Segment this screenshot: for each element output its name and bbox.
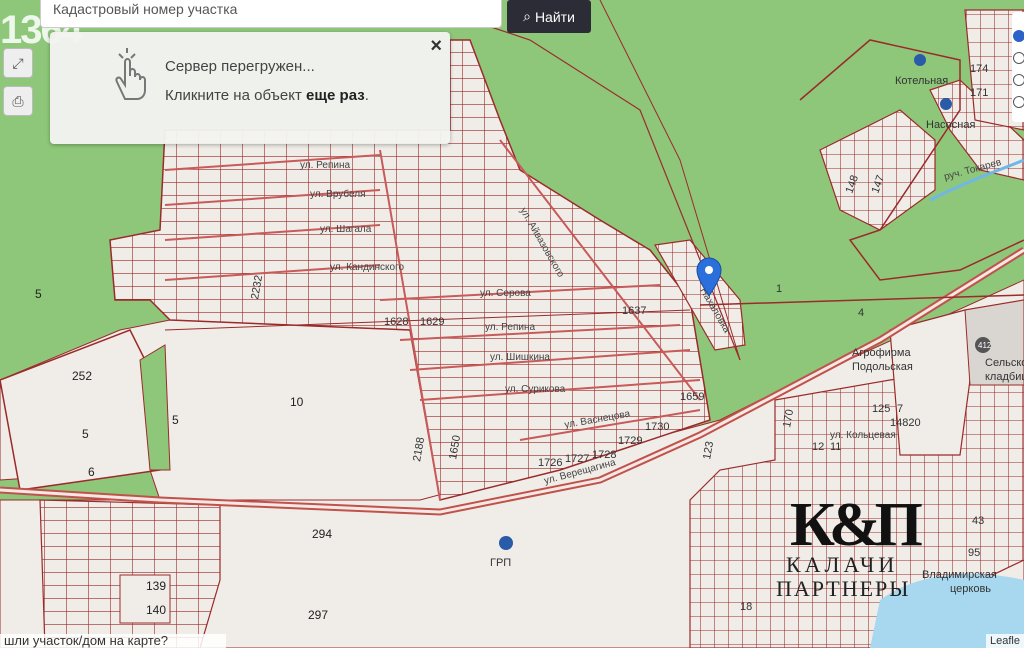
expand-icon: ⤢ <box>12 54 24 71</box>
street-label: ул. Кандинского <box>330 262 405 273</box>
label-4: 4 <box>858 307 864 319</box>
layer-radio[interactable] <box>1013 74 1024 86</box>
label-252: 252 <box>72 369 92 383</box>
label-1659: 1659 <box>680 391 704 403</box>
label-1: 1 <box>776 283 782 295</box>
watermark-logo: К&П КАЛАЧИ ПАРТНЕРЫ <box>776 490 926 630</box>
boiler-house-icon <box>914 54 926 66</box>
label-12: 12 <box>812 441 824 453</box>
logo-mark: К&П <box>790 491 923 559</box>
popup-line2-suffix: . <box>364 87 369 104</box>
logo-line2: ПАРТНЕРЫ <box>776 576 911 601</box>
search-button-label: Найти <box>534 8 575 25</box>
layer-switcher[interactable] <box>1012 12 1024 122</box>
poi-nasosnaya: Насосная <box>926 119 975 131</box>
label-1727: 1727 <box>565 453 589 465</box>
search-button[interactable]: ⌕ Найти <box>507 0 591 33</box>
label-43: 43 <box>972 515 984 527</box>
pump-station-icon <box>940 98 952 110</box>
label-294: 294 <box>312 527 332 541</box>
layer-radio[interactable] <box>1013 52 1024 64</box>
label-6: 6 <box>88 465 95 479</box>
popup-line2-bold: еще раз <box>306 87 365 104</box>
street-label: ул. Врубеля <box>310 188 366 200</box>
street-label: ул. Репина <box>485 322 535 333</box>
popup-message-line2: Кликните на объект еще раз. <box>165 87 369 104</box>
label-1726: 1726 <box>538 457 562 469</box>
label-10: 10 <box>290 395 304 409</box>
poi-vlad: Владимирская <box>922 569 997 581</box>
leaflet-attribution[interactable]: Leafle <box>986 634 1024 648</box>
label-412: 412 <box>978 341 992 350</box>
label-297: 297 <box>308 608 328 622</box>
search-input[interactable]: Кадастровый номер участка <box>40 0 502 28</box>
label-5a: 5 <box>35 287 42 301</box>
street-label: ул. Шишкина <box>490 352 550 363</box>
label-125: 125 <box>872 403 890 415</box>
printer-icon: ⎙ <box>12 92 24 109</box>
poi-agro1: Агрофирма <box>852 347 911 359</box>
label-1730: 1730 <box>645 421 669 433</box>
street-label: ул. Сурикова <box>505 384 566 395</box>
label-5b: 5 <box>82 427 89 441</box>
label-139: 139 <box>146 579 166 593</box>
label-5c: 5 <box>172 413 179 427</box>
label-1629: 1629 <box>420 316 444 328</box>
label-7: 7 <box>897 403 903 415</box>
label-1729: 1729 <box>618 435 642 447</box>
close-icon[interactable]: × <box>430 35 442 58</box>
report-object-link[interactable]: шли участок/дом на карте? <box>0 634 226 648</box>
layer-radio[interactable] <box>1013 30 1024 42</box>
poi-kotelnaya: Котельная <box>895 75 948 87</box>
poi-agro2: Подольская <box>852 361 913 373</box>
label-95: 95 <box>968 547 980 559</box>
server-overload-popup: × Сервер перегружен... Кликните на объек… <box>50 32 450 144</box>
layer-radio[interactable] <box>1013 96 1024 108</box>
search-icon: ⌕ <box>523 8 531 24</box>
tap-hand-icon <box>115 48 146 100</box>
street-label: ул. Кольцевая <box>830 430 896 441</box>
logo-line1: КАЛАЧИ <box>786 552 899 577</box>
label-1628: 1628 <box>384 316 408 328</box>
poi-cem1: Сельское <box>985 357 1024 369</box>
label-1637: 1637 <box>622 305 646 317</box>
search-placeholder: Кадастровый номер участка <box>53 1 238 17</box>
popup-message-line1: Сервер перегружен... <box>165 58 315 75</box>
settlement-south-west[interactable] <box>39 499 221 648</box>
label-18: 18 <box>740 601 752 613</box>
popup-line2-prefix: Кликните на объект <box>165 87 302 104</box>
fullscreen-button[interactable]: ⤢ <box>3 48 33 78</box>
poi-cerk: церковь <box>950 583 991 595</box>
label-171: 171 <box>970 87 988 99</box>
street-label: ул. Репина <box>300 160 350 171</box>
poi-cem2: кладбище <box>985 371 1024 383</box>
street-label: ул. Шагала <box>320 224 372 235</box>
street-label: ул. Серова <box>480 288 531 299</box>
label-11: 11 <box>830 441 841 453</box>
label-174: 174 <box>970 63 988 75</box>
label-14820: 14820 <box>890 417 921 429</box>
grp-icon <box>499 536 513 550</box>
poi-grp: ГРП <box>490 557 511 569</box>
label-140: 140 <box>146 603 166 617</box>
print-button[interactable]: ⎙ <box>3 86 33 116</box>
